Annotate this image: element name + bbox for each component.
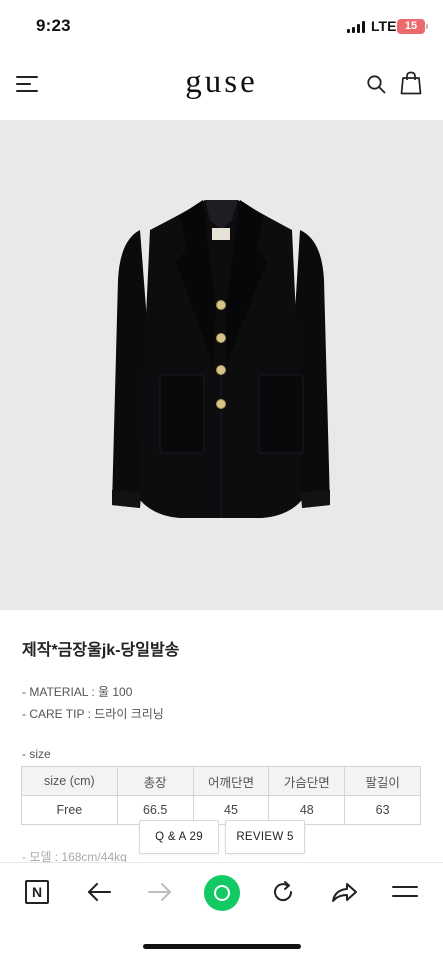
search-icon[interactable]: [366, 74, 386, 94]
back-arrow-icon[interactable]: [84, 877, 114, 907]
site-header: guse: [0, 54, 443, 120]
shopping-bag-icon[interactable]: [400, 71, 422, 95]
product-image[interactable]: [0, 120, 443, 610]
forward-arrow-icon[interactable]: [145, 877, 175, 907]
battery-tip: [426, 24, 428, 29]
green-dot-button[interactable]: [204, 875, 240, 911]
browser-toolbar: N: [0, 862, 443, 922]
material-line: - MATERIAL : 울 100: [22, 685, 133, 699]
table-cell: 63: [344, 795, 421, 825]
size-table-header: size (cm): [21, 766, 118, 796]
size-label: - size: [22, 747, 51, 761]
care-tip-line: - CARE TIP : 드라이 크리닝: [22, 707, 164, 721]
status-bar: 9:23 LTE 15: [0, 0, 443, 54]
home-indicator: [143, 944, 301, 949]
refresh-icon[interactable]: [268, 877, 298, 907]
review-button[interactable]: REVIEW 5: [225, 820, 305, 854]
qa-button[interactable]: Q & A 29: [139, 820, 219, 854]
table-row: Free 66.5 45 48 63: [21, 795, 421, 825]
size-table: size (cm) 총장 어깨단면 가슴단면 팔길이 Free 66.5 45 …: [21, 766, 421, 825]
size-table-header: 가슴단면: [268, 766, 346, 796]
size-table-header: 어깨단면: [192, 766, 270, 796]
size-table-header-row: size (cm) 총장 어깨단면 가슴단면 팔길이: [21, 766, 421, 796]
status-time: 9:23: [36, 16, 71, 35]
size-table-header: 팔길이: [344, 766, 421, 796]
naver-home-icon[interactable]: N: [25, 880, 49, 904]
product-title: 제작*금장울jk-당일발송: [22, 642, 180, 659]
network-label: LTE: [371, 18, 397, 34]
share-icon[interactable]: [329, 877, 359, 907]
more-menu-icon[interactable]: [390, 877, 420, 907]
size-table-header: 총장: [116, 766, 194, 796]
signal-icon: [347, 21, 367, 33]
table-cell: Free: [21, 795, 118, 825]
jacket-illustration: [112, 200, 330, 518]
battery-icon: 15: [397, 19, 425, 34]
